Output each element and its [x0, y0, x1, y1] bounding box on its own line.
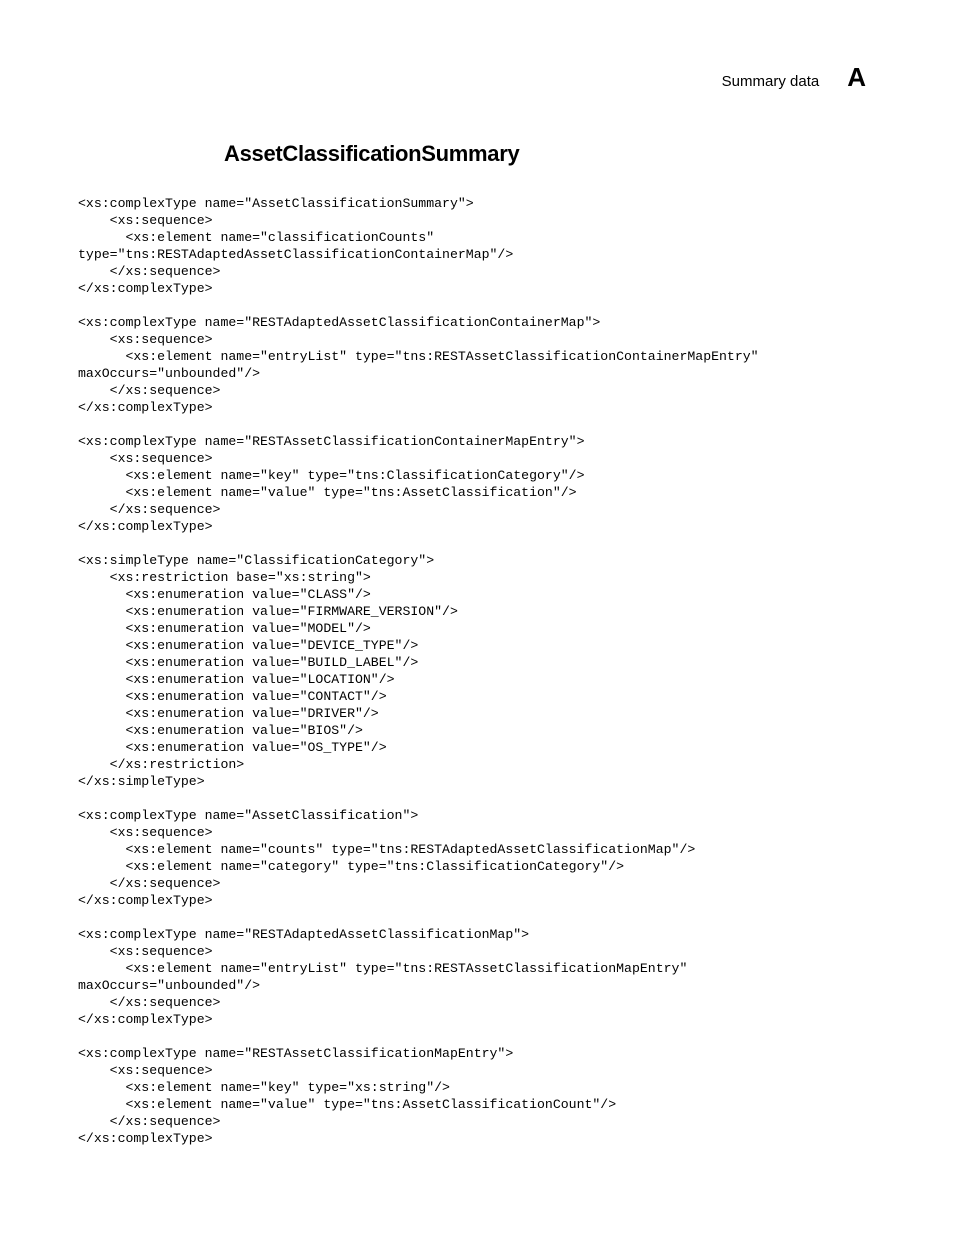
header-letter: A — [847, 62, 866, 93]
header-label: Summary data — [722, 73, 820, 90]
xsd-code-block: <xs:complexType name="AssetClassificatio… — [78, 195, 876, 1147]
page-header: Summary data A — [78, 62, 876, 93]
section-title: AssetClassificationSummary — [224, 141, 876, 167]
page-content: Summary data A AssetClassificationSummar… — [0, 0, 954, 1147]
